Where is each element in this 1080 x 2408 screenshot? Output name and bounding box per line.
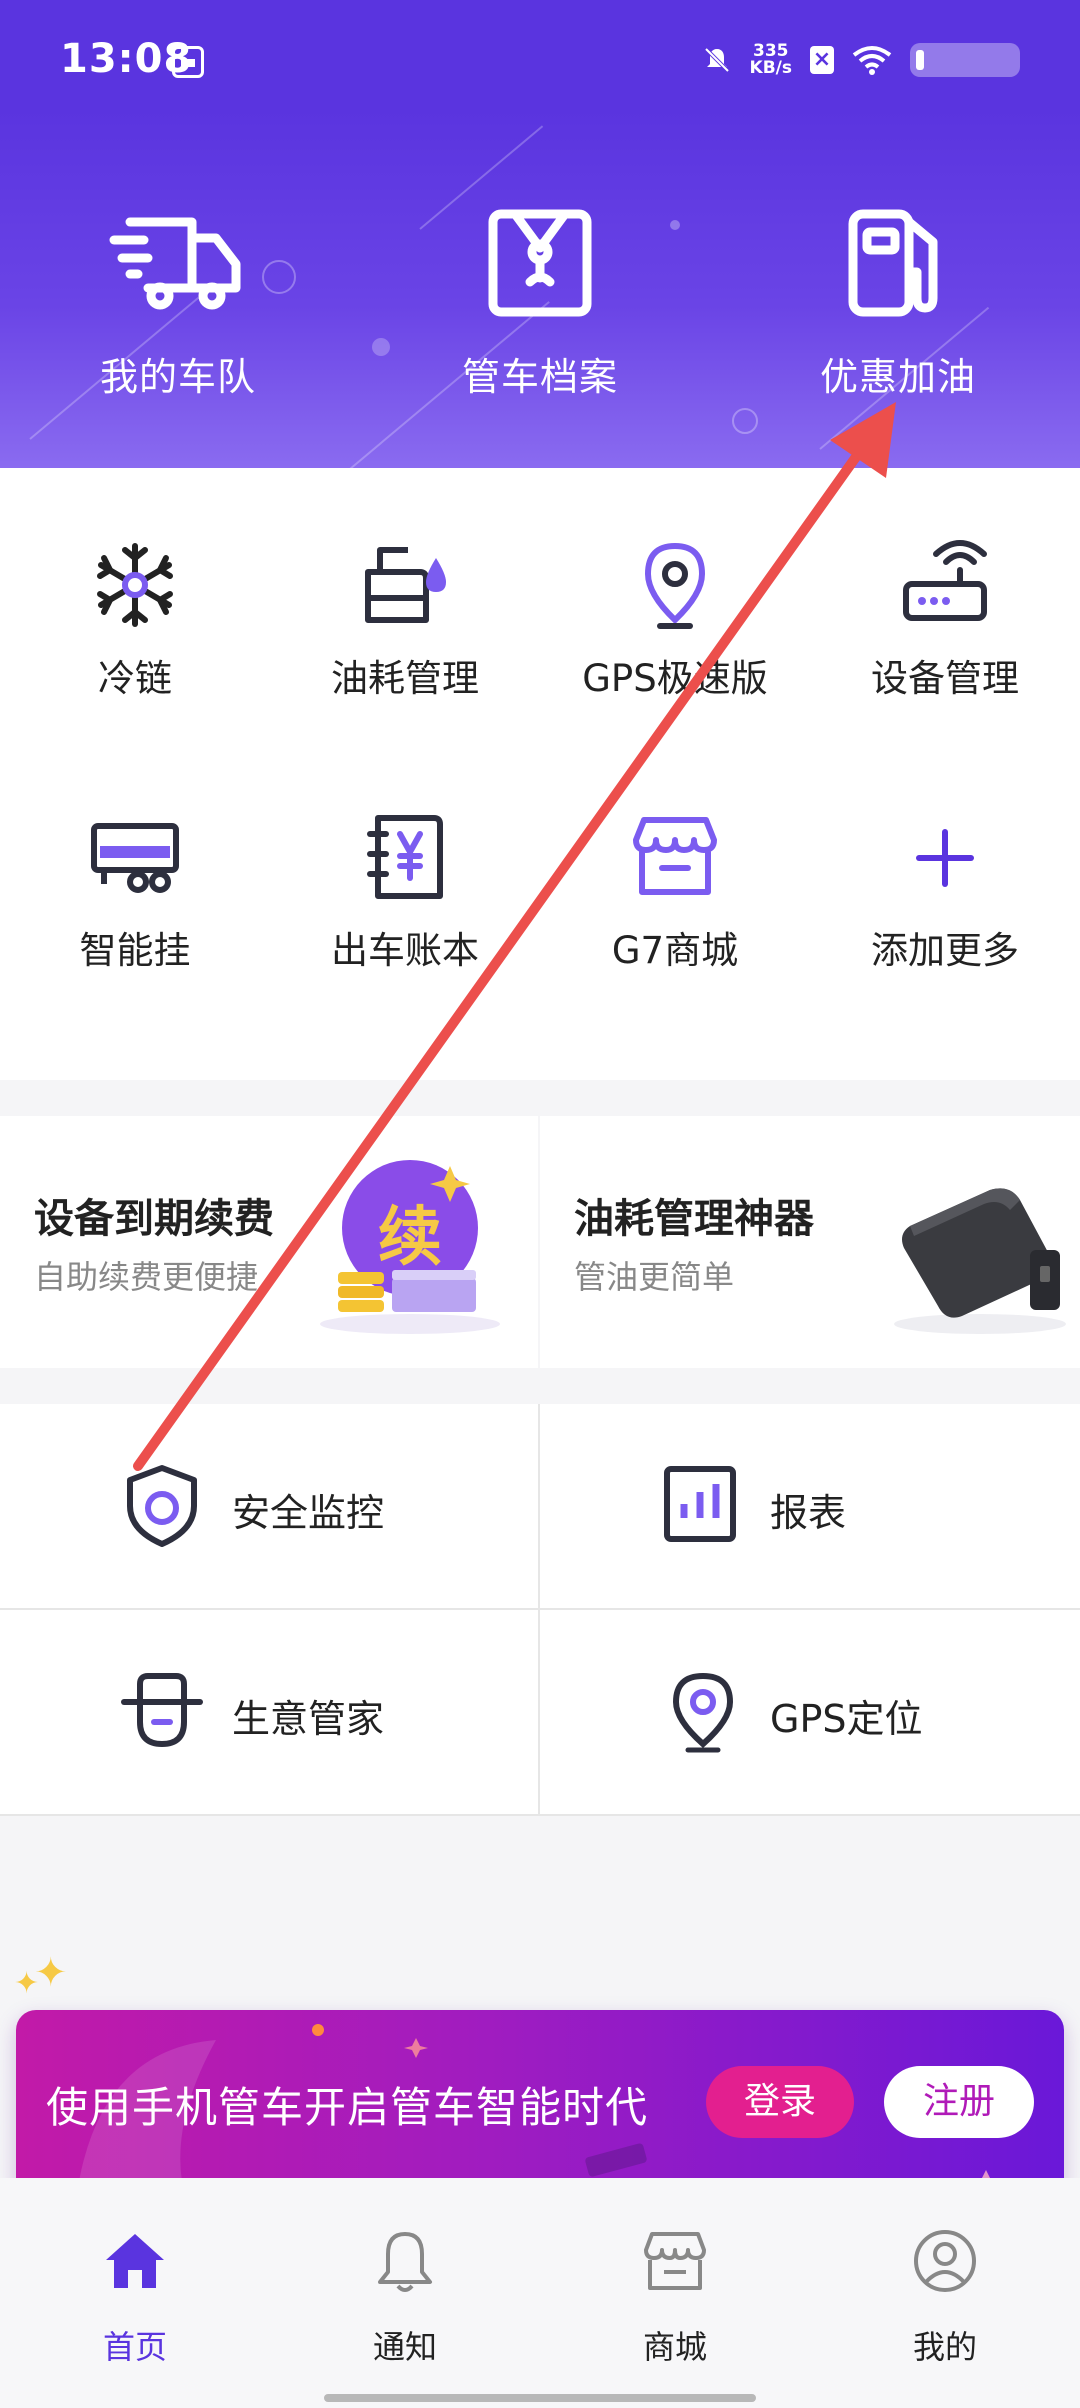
fuel-pump-icon xyxy=(848,209,938,317)
sparkle-icon: ✦ xyxy=(34,1950,68,1996)
feature-label: 添加更多 xyxy=(871,929,1019,972)
feature-label: 油耗管理 xyxy=(331,657,479,700)
promo-fuel-device-card[interactable]: 油耗管理神器 管油更简单 xyxy=(540,1116,1080,1368)
divider xyxy=(538,1404,540,1816)
tool-label: 生意管家 xyxy=(232,1697,385,1741)
nav-label: 商城 xyxy=(642,2328,707,2366)
my-fleet-label: 我的车队 xyxy=(99,355,256,399)
feature-g7-mall[interactable]: G7商城 xyxy=(540,812,810,974)
tool-label: 安全监控 xyxy=(232,1491,385,1535)
gps-device-image xyxy=(894,1188,1066,1334)
feature-label: 出车账本 xyxy=(331,929,479,972)
profile-icon xyxy=(914,2230,976,2292)
tool-reports[interactable]: 报表 xyxy=(540,1404,1080,1609)
my-fleet-button[interactable]: 我的车队 xyxy=(28,208,328,401)
login-button[interactable]: 登录 xyxy=(706,2066,854,2138)
home-indicator xyxy=(324,2394,756,2402)
tool-label: GPS定位 xyxy=(770,1697,923,1741)
feature-label: 冷链 xyxy=(98,657,172,700)
status-indicators: 335 KB/s × xyxy=(702,40,1020,80)
feature-trip-ledger[interactable]: 出车账本 xyxy=(270,812,540,974)
login-banner: 使用手机管车开启管车智能时代 登录 注册 xyxy=(16,2010,1064,2200)
archive-envelope-icon xyxy=(488,209,592,317)
feature-gps-express[interactable]: GPS极速版 xyxy=(540,540,810,702)
tool-label: 报表 xyxy=(770,1491,847,1535)
nav-notifications[interactable]: 通知 xyxy=(270,2228,540,2368)
manager-person-icon xyxy=(121,1673,203,1747)
store-icon xyxy=(644,2232,706,2290)
calendar-notification-icon xyxy=(172,46,204,78)
nav-home[interactable]: 首页 xyxy=(0,2228,270,2368)
bell-muted-icon xyxy=(704,47,729,73)
ledger-yen-icon xyxy=(367,815,443,899)
storefront-icon xyxy=(633,817,717,895)
sim-x-icon: × xyxy=(810,46,834,74)
fuel-discount-label: 优惠加油 xyxy=(819,355,976,399)
fuel-discount-button[interactable]: 优惠加油 xyxy=(748,208,1048,401)
feature-label: 设备管理 xyxy=(871,657,1019,700)
hero-header: 我的车队 管车档案 优惠加油 xyxy=(0,108,1080,468)
promo-title: 油耗管理神器 xyxy=(574,1196,814,1242)
feature-smart-trailer[interactable]: 智能挂 xyxy=(0,812,270,974)
router-device-icon xyxy=(903,540,987,621)
feature-grid: 冷链 油耗管理 GPS极速版 设备管理 智能挂 出车账本 G7商城 添加更多 xyxy=(0,468,1080,1080)
divider xyxy=(0,1608,1080,1610)
nav-label: 我的 xyxy=(912,2328,977,2366)
feature-label: 智能挂 xyxy=(79,929,191,972)
home-icon xyxy=(106,2234,164,2288)
location-pin-icon xyxy=(644,542,706,629)
bell-icon xyxy=(378,2232,432,2292)
plus-icon xyxy=(916,829,974,887)
battery-icon xyxy=(910,43,1020,77)
bottom-nav: 首页 通知 商城 我的 xyxy=(0,2178,1080,2408)
nav-mall[interactable]: 商城 xyxy=(540,2228,810,2368)
renewal-badge: 续 xyxy=(378,1201,442,1275)
fuel-tank-drop-icon xyxy=(365,547,446,623)
tool-safety-monitoring[interactable]: 安全监控 xyxy=(0,1404,538,1609)
feature-cold-chain[interactable]: 冷链 xyxy=(0,540,270,702)
snowflake-icon xyxy=(97,543,173,627)
feature-label: GPS极速版 xyxy=(582,657,768,700)
wifi-icon xyxy=(852,46,892,75)
network-speed: 335 KB/s xyxy=(750,43,792,77)
nav-label: 首页 xyxy=(102,2328,167,2366)
nav-profile[interactable]: 我的 xyxy=(810,2228,1080,2368)
truck-icon xyxy=(109,217,241,310)
vehicle-archive-button[interactable]: 管车档案 xyxy=(390,208,690,401)
tool-gps-location[interactable]: GPS定位 xyxy=(540,1610,1080,1815)
tool-business-manager[interactable]: 生意管家 xyxy=(0,1610,538,1815)
shield-icon xyxy=(127,1465,197,1547)
promo-renewal-card[interactable]: 设备到期续费 自助续费更便捷 续 xyxy=(0,1116,538,1368)
register-button[interactable]: 注册 xyxy=(884,2066,1034,2138)
banner-text: 使用手机管车开启管车智能时代 xyxy=(46,2083,649,2132)
promo-title: 设备到期续费 xyxy=(34,1196,274,1242)
vehicle-archive-label: 管车档案 xyxy=(461,355,618,399)
feature-device-management[interactable]: 设备管理 xyxy=(810,540,1080,702)
network-speed-unit: KB/s xyxy=(749,58,792,78)
gps-pin-icon xyxy=(672,1672,734,1753)
divider xyxy=(0,1814,1080,1816)
feature-add-more[interactable]: 添加更多 xyxy=(810,812,1080,974)
status-bar: 13:08 335 KB/s × xyxy=(0,0,1080,108)
promo-subtitle: 管油更简单 xyxy=(574,1258,735,1296)
feature-fuel-management[interactable]: 油耗管理 xyxy=(270,540,540,702)
nav-label: 通知 xyxy=(372,2328,437,2366)
feature-label: G7商城 xyxy=(611,929,739,972)
promo-subtitle: 自助续费更便捷 xyxy=(34,1258,259,1296)
trailer-icon xyxy=(91,823,179,893)
bar-report-icon xyxy=(664,1466,736,1542)
